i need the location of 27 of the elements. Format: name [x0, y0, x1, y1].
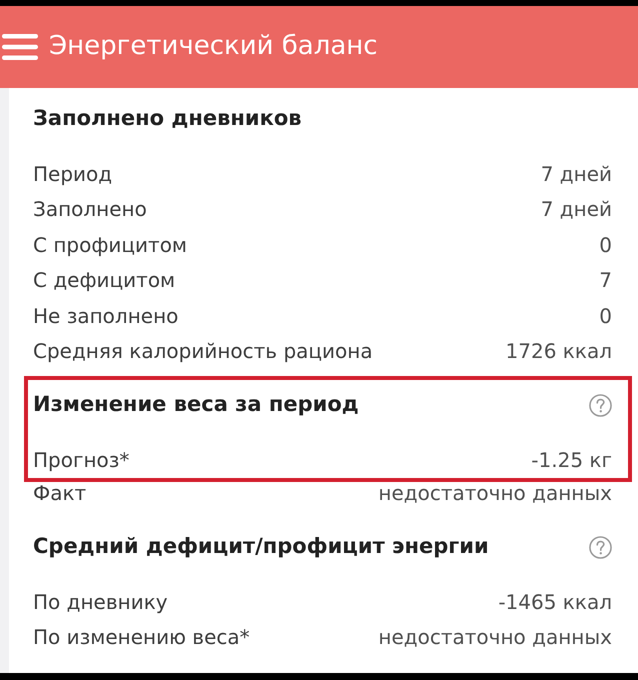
row-value: 0: [599, 232, 612, 257]
row-value: 7: [599, 268, 612, 292]
row-value: -1465 ккал: [498, 590, 612, 614]
row-label: Факт: [33, 481, 86, 506]
row-value: недостаточно данных: [378, 625, 612, 650]
row-value: 7 дней: [540, 162, 612, 186]
row-label: С дефицитом: [33, 268, 176, 292]
row-value: 1726 ккал: [506, 339, 612, 364]
section-title: Заполнено дневников: [33, 106, 302, 132]
section-title: Средний дефицит/профицит энергии: [33, 534, 489, 560]
row-label: Прогноз*: [33, 448, 130, 472]
row-label: По изменению веса*: [33, 625, 250, 650]
row-label: Период: [33, 162, 112, 186]
row-value: 0: [599, 304, 612, 328]
row-value: -1.25 кг: [531, 448, 612, 472]
help-icon[interactable]: [589, 394, 612, 416]
row-label: Средняя калорийность рациона: [33, 339, 373, 364]
row-label: Не заполнено: [33, 304, 178, 328]
row-value: недостаточно данных: [378, 481, 612, 506]
row-label: С профицитом: [33, 232, 188, 257]
row-label: По дневнику: [33, 590, 168, 614]
section-title: Изменение веса за период: [33, 392, 359, 418]
page-title: Энергетический баланс: [49, 32, 378, 62]
row-label: Заполнено: [33, 197, 147, 222]
menu-icon[interactable]: [2, 34, 38, 60]
help-icon[interactable]: [589, 536, 612, 558]
row-value: 7 дней: [540, 197, 612, 222]
